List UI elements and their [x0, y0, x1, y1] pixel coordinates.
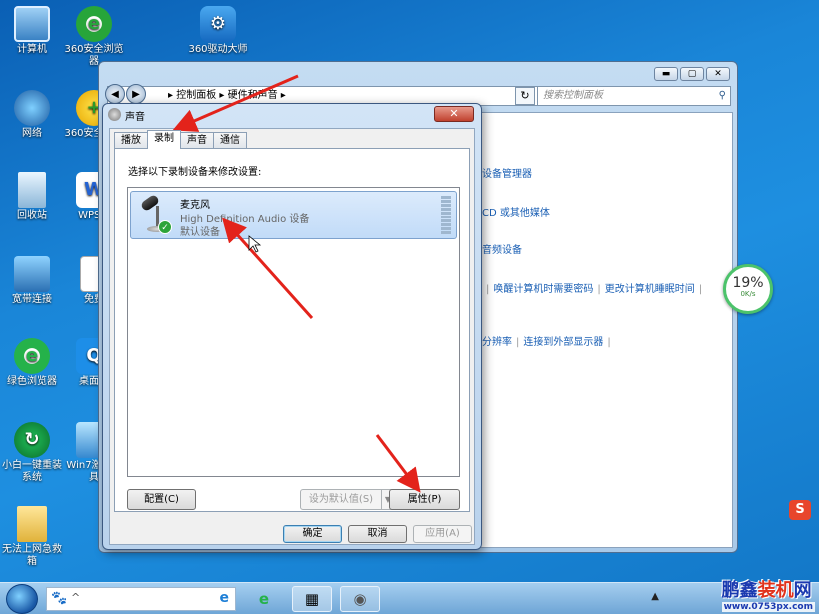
desktop-icon-label: 绿色浏览器 — [7, 376, 57, 387]
recycle-bin-icon — [18, 172, 46, 208]
search-icon[interactable]: ⚲ — [719, 87, 726, 105]
link-sleep-time[interactable]: 更改计算机睡眠时间 — [605, 284, 695, 295]
recording-tab-pane: 选择以下录制设备来修改设置: ✓ 麦克风 High Definition Aud… — [114, 148, 470, 512]
maximize-button[interactable]: ▢ — [680, 67, 704, 81]
network-icon — [14, 90, 50, 126]
watermark-url: www.0753px.com — [721, 602, 815, 612]
dialog-title: 声音 — [125, 112, 145, 123]
desktop-icon-network[interactable]: 网络 — [0, 90, 64, 140]
set-default-button[interactable]: 设为默认值(S) — [300, 489, 382, 510]
link-cd-media[interactable]: CD 或其他媒体 — [482, 204, 550, 219]
taskbar-search-box[interactable]: 🐾 ^ e — [46, 587, 236, 611]
taskbar-sound-icon[interactable]: ◉ — [340, 586, 380, 612]
device-status: 默认设备 — [180, 227, 220, 238]
desktop-icon-reinstall[interactable]: ↻ 小白一键重装系统 — [0, 422, 64, 484]
sound-dialog[interactable]: 声音 ✕ 播放 录制 声音 通信 选择以下录制设备来修改设置: ✓ 麦克风 Hi… — [102, 103, 482, 550]
instruction-text: 选择以下录制设备来修改设置: — [128, 167, 262, 178]
tab-recording[interactable]: 录制 — [147, 130, 181, 149]
desktop-icon-computer[interactable]: 计算机 — [0, 6, 64, 56]
link-wake-password[interactable]: 唤醒计算机时需要密码 — [493, 284, 593, 295]
sogou-ime-icon[interactable]: S — [789, 500, 811, 520]
reinstall-icon: ↻ — [14, 422, 50, 458]
apply-button[interactable]: 应用(A) — [413, 525, 472, 543]
desktop-icon-broadband[interactable]: 宽带连接 — [0, 256, 64, 306]
search-input[interactable]: 搜索控制面板 ⚲ — [537, 86, 731, 106]
tray-expand-icon[interactable]: ▲ — [651, 591, 659, 602]
forward-icon[interactable]: ▶ — [126, 84, 146, 104]
computer-icon — [14, 6, 50, 42]
desktop-icon-label: 360驱动大师 — [188, 44, 248, 55]
dialog-body: 播放 录制 声音 通信 选择以下录制设备来修改设置: ✓ 麦克风 High De… — [109, 128, 475, 545]
desktop-icon-360-browser[interactable]: e 360安全浏览器 — [62, 6, 126, 68]
default-check-icon: ✓ — [158, 220, 172, 234]
properties-button[interactable]: 属性(P) — [389, 489, 460, 510]
microphone-icon: ✓ — [137, 193, 172, 236]
cancel-button[interactable]: 取消 — [348, 525, 407, 543]
gauge-speed: 0K/s — [740, 290, 756, 298]
desktop-icon-label: 回收站 — [17, 210, 47, 221]
speaker-icon — [108, 108, 121, 121]
taskbar-control-panel-icon[interactable]: ▦ — [292, 586, 332, 612]
level-meter — [441, 196, 451, 235]
gauge-percent: 19% — [732, 275, 764, 291]
breadcrumb-control-panel[interactable]: 控制面板 — [176, 90, 216, 101]
tab-playback[interactable]: 播放 — [114, 132, 148, 149]
link-power-links: | 唤醒计算机时需要密码 | 更改计算机睡眠时间 | — [486, 284, 703, 295]
desktop-icon-label: 计算机 — [17, 44, 47, 55]
search-placeholder: 搜索控制面板 — [543, 90, 603, 101]
recording-device-list[interactable]: ✓ 麦克风 High Definition Audio 设备 默认设备 — [127, 187, 460, 477]
watermark-brand-left: 鹏鑫 — [721, 580, 758, 601]
back-icon[interactable]: ◀ — [105, 84, 125, 104]
desktop-icon-label: 网络 — [22, 128, 42, 139]
desktop-icon-driver-master[interactable]: ⚙ 360驱动大师 — [186, 6, 250, 56]
desktop-icon-recycle-bin[interactable]: 回收站 — [0, 172, 64, 222]
watermark-brand-mid: 装机 — [757, 580, 794, 601]
ok-button[interactable]: 确定 — [283, 525, 342, 543]
breadcrumb-hardware-sound[interactable]: 硬件和声音 — [228, 90, 278, 101]
link-display-links: 分辨率 | 连接到外部显示器 | — [482, 337, 611, 348]
tab-communications[interactable]: 通信 — [213, 132, 247, 149]
green-browser-icon: e — [14, 338, 50, 374]
watermark-brand-right: 网 — [793, 580, 812, 601]
link-device-manager[interactable]: 设备管理器 — [482, 165, 532, 180]
device-item-microphone[interactable]: ✓ 麦克风 High Definition Audio 设备 默认设备 — [130, 191, 457, 239]
refresh-button[interactable]: ↻ — [515, 87, 535, 105]
link-external-display[interactable]: 连接到外部显示器 — [523, 337, 603, 348]
link-audio-devices[interactable]: 音频设备 — [482, 241, 522, 256]
desktop-icon-label: 无法上网急救箱 — [2, 544, 62, 567]
baidu-paw-icon: 🐾 — [51, 591, 68, 606]
window-controls: ▬ ▢ ✕ — [654, 67, 730, 81]
desktop-icon-rescue-folder[interactable]: 无法上网急救箱 — [0, 506, 64, 568]
desktop-icon-green-browser[interactable]: e 绿色浏览器 — [0, 338, 64, 388]
desktop-icon-label: 宽带连接 — [12, 294, 52, 305]
folder-icon — [17, 506, 47, 542]
broadband-icon — [14, 256, 50, 292]
tab-sounds[interactable]: 声音 — [180, 132, 214, 149]
start-button[interactable] — [6, 584, 38, 614]
dialog-close-button[interactable]: ✕ — [434, 106, 474, 122]
tab-strip: 播放 录制 声音 通信 — [114, 130, 247, 149]
taskbar: 🐾 ^ e e ▦ ◉ ▲ — [0, 582, 819, 614]
360-browser-icon: e — [76, 6, 112, 42]
nav-buttons: ◀ ▶ — [105, 84, 146, 104]
link-resolution[interactable]: 分辨率 — [482, 337, 512, 348]
browser-icon[interactable]: e — [220, 590, 230, 606]
desktop-icon-label: 小白一键重装系统 — [2, 460, 62, 483]
taskbar-green-browser-icon[interactable]: e — [244, 586, 284, 612]
caret-up-icon: ^ — [71, 591, 81, 604]
network-speed-gauge[interactable]: 19% 0K/s — [723, 264, 773, 314]
device-name: 麦克风 — [180, 200, 210, 211]
close-button[interactable]: ✕ — [706, 67, 730, 81]
configure-button[interactable]: 配置(C) — [127, 489, 196, 510]
minimize-button[interactable]: ▬ — [654, 67, 678, 81]
driver-master-icon: ⚙ — [200, 6, 236, 42]
site-watermark: 鹏鑫装机网 www.0753px.com — [721, 576, 815, 612]
